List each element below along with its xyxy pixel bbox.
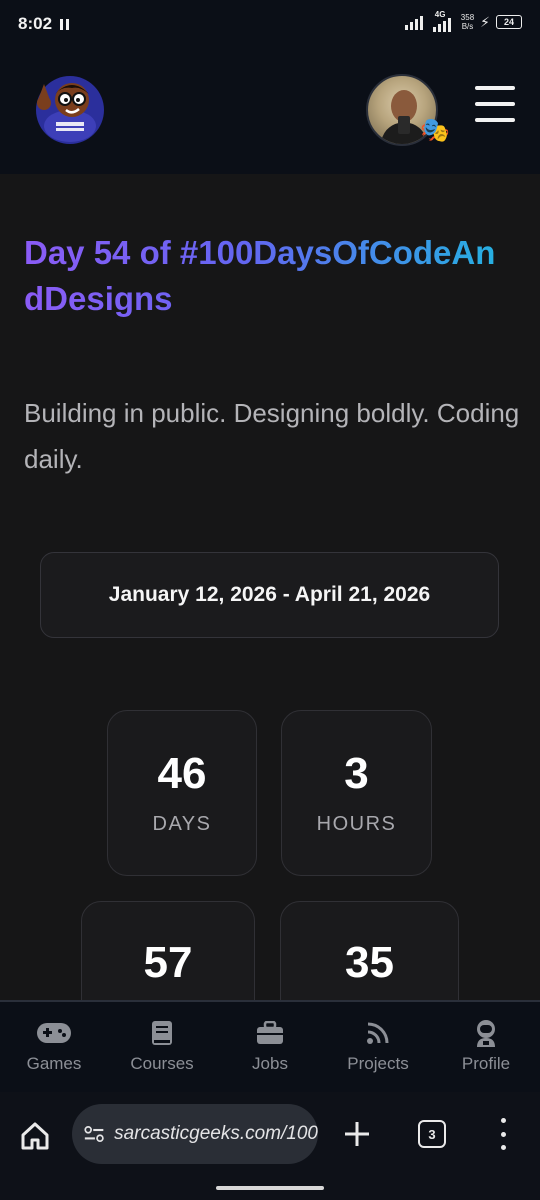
nav-label-courses: Courses — [130, 1054, 194, 1073]
site-header: 🎭 — [0, 48, 540, 174]
countdown-minutes-value: 57 — [143, 938, 193, 987]
countdown-hours-label: HOURS — [316, 813, 397, 835]
countdown-days-value: 46 — [157, 749, 207, 798]
net-speed: 358 B/s — [460, 13, 475, 31]
nav-item-courses[interactable]: Courses — [112, 1020, 212, 1074]
signal-icon — [404, 16, 423, 30]
home-icon[interactable] — [20, 1121, 50, 1151]
user-astronaut-icon — [474, 1020, 498, 1047]
nav-item-profile[interactable]: Profile — [436, 1020, 536, 1074]
charging-icon: ⚡ — [480, 13, 490, 30]
gamepad-icon — [36, 1020, 72, 1046]
nav-item-games[interactable]: Games — [4, 1020, 104, 1074]
page-subtitle: Building in public. Designing boldly. Co… — [24, 398, 520, 474]
countdown-hours-value: 3 — [344, 749, 369, 798]
signal-4g-icon: 4G — [432, 10, 455, 32]
bottom-nav: Games Courses Jobs Projects Profile — [0, 1000, 540, 1092]
tab-count: 3 — [428, 1126, 436, 1142]
status-bar: 8:02 4G 358 B/s ⚡ 24 — [0, 0, 540, 48]
nav-item-jobs[interactable]: Jobs — [220, 1020, 320, 1074]
status-indicators: 4G 358 B/s ⚡ 24 — [404, 10, 522, 32]
nav-label-jobs: Jobs — [252, 1054, 288, 1073]
countdown-hours-card: 3 HOURS — [281, 710, 432, 876]
page-title: Day 54 of #100DaysOfCodeAndDesigns — [24, 230, 514, 322]
countdown-seconds-value: 35 — [345, 938, 394, 987]
date-range-text: January 12, 2026 - April 21, 2026 — [108, 583, 431, 606]
book-icon — [151, 1020, 173, 1046]
more-menu-icon[interactable] — [497, 1118, 509, 1150]
nav-label-projects: Projects — [347, 1054, 409, 1073]
date-range-box: January 12, 2026 - April 21, 2026 — [40, 552, 499, 638]
url-text: sarcasticgeeks.com/100 — [114, 1123, 318, 1144]
site-settings-icon[interactable] — [84, 1124, 104, 1144]
hamburger-menu-icon[interactable] — [475, 86, 515, 122]
new-tab-icon[interactable] — [343, 1120, 371, 1148]
briefcase-icon — [256, 1020, 284, 1046]
nav-label-profile: Profile — [461, 1054, 511, 1073]
address-bar[interactable]: sarcasticgeeks.com/100 — [72, 1104, 318, 1164]
countdown-days-label: DAYS — [152, 813, 212, 835]
cartoon-geek-logo[interactable] — [30, 70, 106, 146]
battery-icon: 24 — [496, 15, 522, 29]
network-type: 4G — [434, 10, 446, 19]
theater-masks-icon: 🎭 — [420, 117, 450, 144]
countdown-days-card: 46 DAYS — [107, 710, 257, 876]
tab-switcher-button[interactable]: 3 — [418, 1120, 446, 1148]
rss-icon — [366, 1020, 390, 1046]
pause-icon — [60, 18, 70, 30]
nav-label-games: Games — [26, 1054, 82, 1073]
gesture-bar[interactable] — [216, 1186, 324, 1190]
nav-item-projects[interactable]: Projects — [328, 1020, 428, 1074]
status-time: 8:02 — [18, 14, 53, 33]
